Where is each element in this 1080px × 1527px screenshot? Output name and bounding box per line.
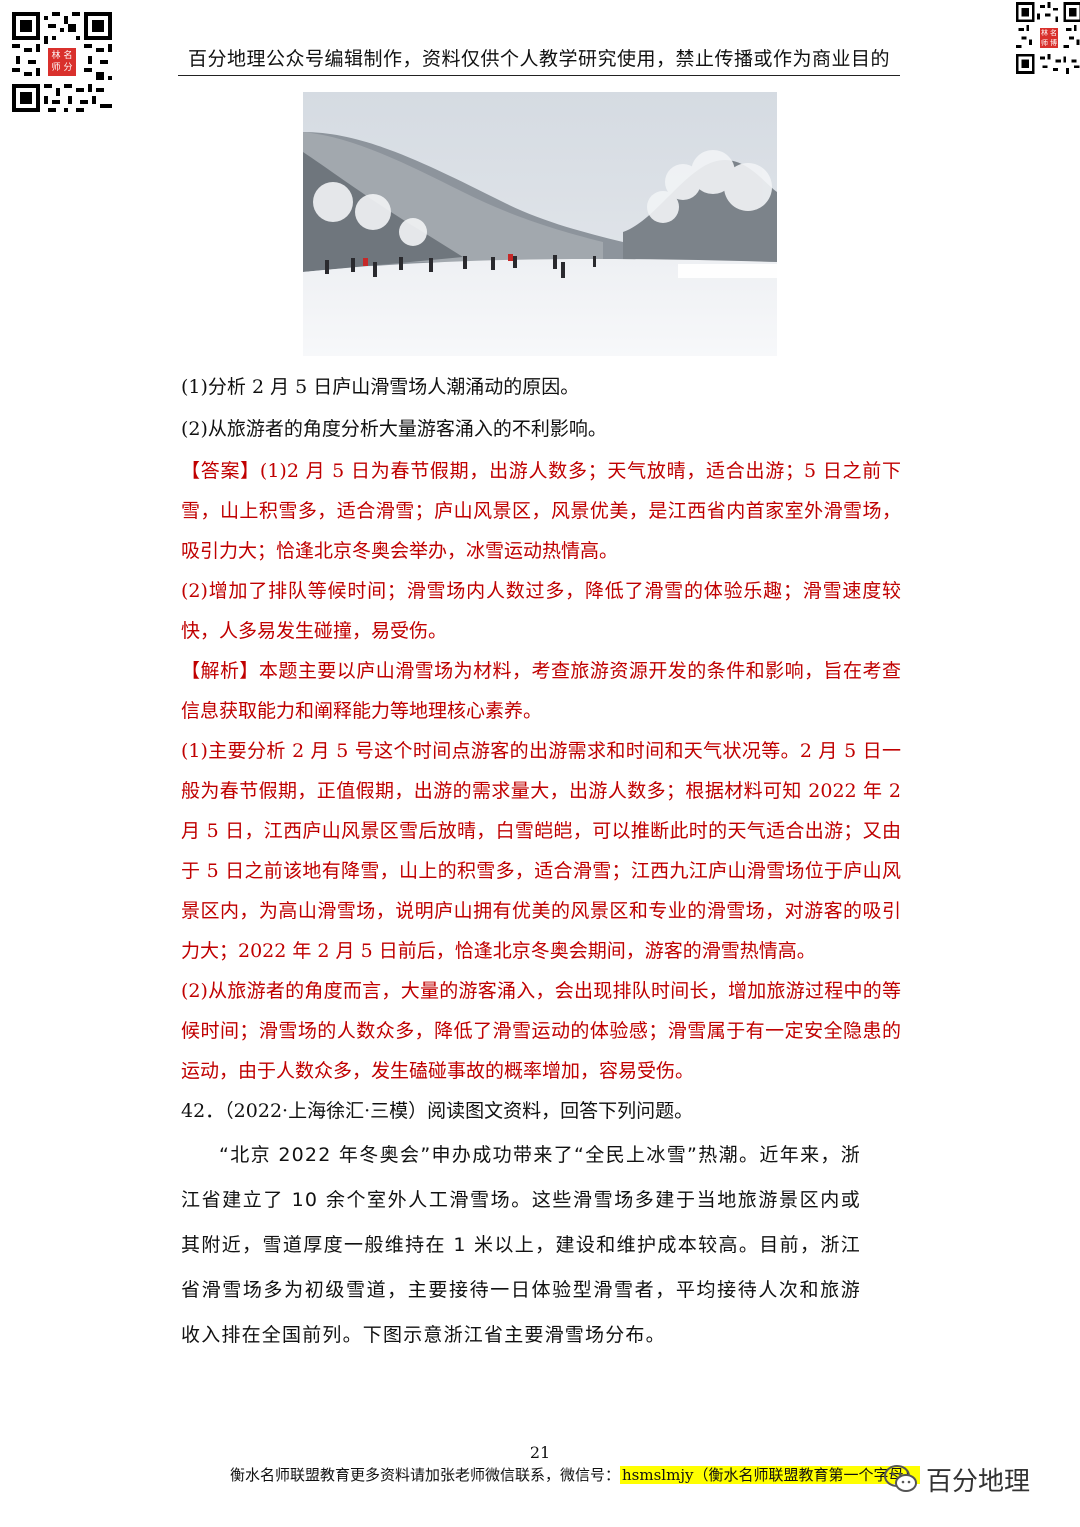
answer-part-1-text: (1)2 月 5 日为春节假期，出游人数多；天气放晴，适合出游；5 日之前下雪，… [181, 460, 901, 562]
seal-char: 师 [1041, 39, 1048, 47]
wechat-id: hsmslmjy（衡水名师联盟教育第一个字母） [620, 1466, 921, 1484]
seal-char: 博 [1050, 39, 1057, 47]
main-content: (1)分析 2 月 5 日庐山滑雪场人潮涌动的原因。 (2)从旅游者的角度分析大… [181, 367, 901, 1358]
answer-label: 【答案】 [181, 460, 260, 482]
answer-part-2: (2)增加了排队等候时间；滑雪场内人数过多，降低了滑雪的体验乐趣；滑雪速度较快，… [181, 580, 901, 642]
question-42-heading: 42．（2022·上海徐汇·三模）阅读图文资料，回答下列问题。 [181, 1100, 694, 1122]
analysis-part-1: (1)主要分析 2 月 5 号这个时间点游客的出游需求和时间和天气状况等。2 月… [181, 740, 901, 962]
question-42-body: “北京 2022 年冬奥会”申办成功带来了“全民上冰雪”热潮。近年来，浙江省建立… [181, 1144, 861, 1346]
analysis-part-2: (2)从旅游者的角度而言，大量的游客涌入，会出现排队时间长，增加旅游过程中的等候… [181, 980, 901, 1082]
qr-code-left: 林 名 师 分 [12, 12, 112, 112]
answer-part-1: 【答案】(1)2 月 5 日为春节假期，出游人数多；天气放晴，适合出游；5 日之… [181, 451, 901, 571]
question-2: (2)从旅游者的角度分析大量游客涌入的不利影响。 [181, 418, 607, 440]
seal-char: 师 [51, 63, 61, 73]
seal-char: 林 [1041, 29, 1048, 37]
analysis-intro: 【解析】本题主要以庐山滑雪场为材料，考查旅游资源开发的条件和影响，旨在考查信息获… [181, 651, 901, 731]
footer-text: 衡水名师联盟教育更多资料请加张老师微信联系，微信号： [230, 1466, 621, 1484]
page-number: 21 [529, 1443, 551, 1462]
page-footer: 衡水名师联盟教育更多资料请加张老师微信联系，微信号： hsmslmjy（衡水名师联… [230, 1464, 921, 1485]
analysis-label: 【解析】 [181, 660, 259, 682]
seal-char: 分 [63, 63, 73, 73]
brand-name: 百分地理 [926, 1466, 1031, 1497]
wechat-icon [884, 1465, 917, 1492]
seal-char: 林 [51, 51, 61, 61]
seal-char: 名 [1050, 29, 1057, 37]
ski-resort-photo [303, 92, 777, 356]
question-1: (1)分析 2 月 5 日庐山滑雪场人潮涌动的原因。 [181, 376, 580, 398]
seal-char: 名 [63, 51, 73, 61]
analysis-intro-text: 本题主要以庐山滑雪场为材料，考查旅游资源开发的条件和影响，旨在考查信息获取能力和… [181, 660, 901, 722]
brand-watermark: 百分地理 [884, 1461, 1030, 1497]
qr-code-right: 林 名 师 博 [1016, 2, 1080, 74]
page-header: 百分地理公众号编辑制作，资料仅供个人教学研究使用，禁止传播或作为商业目的 [178, 44, 900, 76]
